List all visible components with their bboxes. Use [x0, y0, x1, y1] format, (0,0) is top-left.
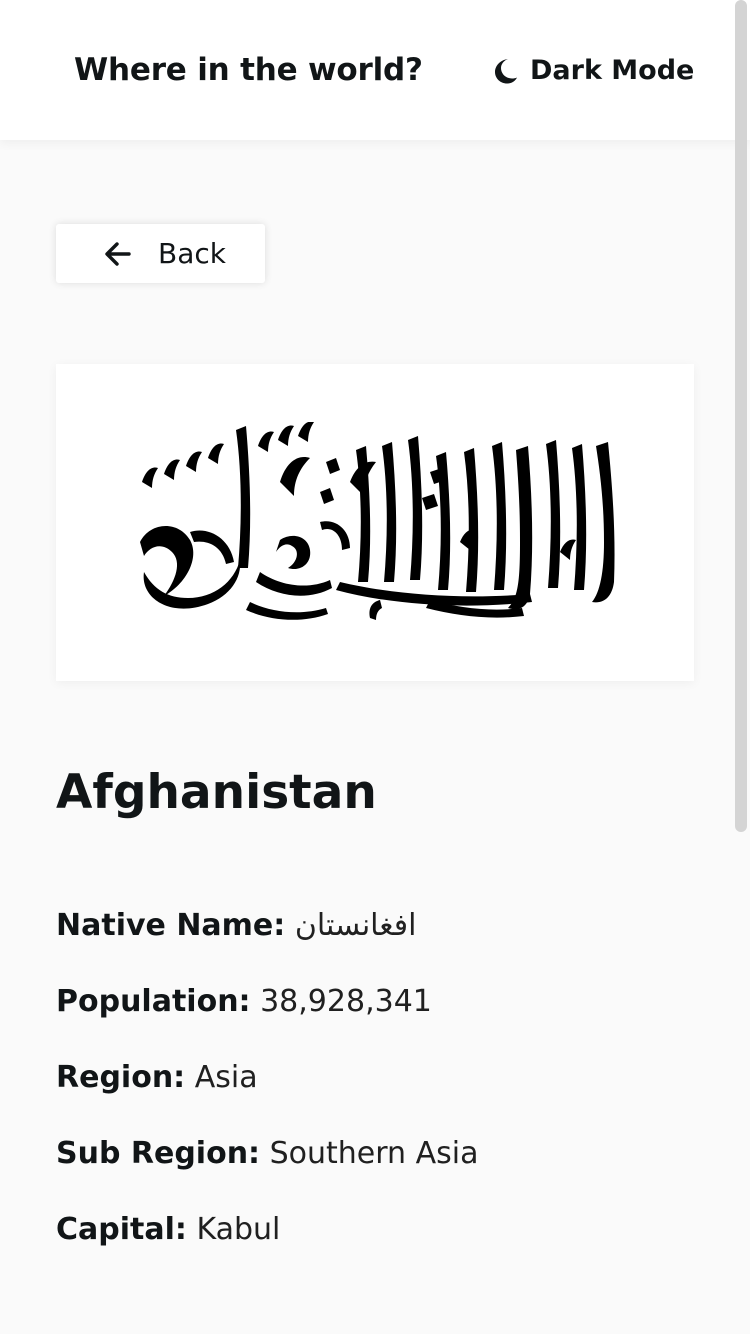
detail-native-name: Native Name: افغانستان: [56, 906, 416, 946]
flag-image: [56, 364, 694, 681]
back-button[interactable]: Back: [56, 224, 265, 283]
afghanistan-flag: [140, 422, 615, 620]
detail-population: Population: 38,928,341: [56, 982, 432, 1022]
dark-mode-label: Dark Mode: [530, 55, 695, 86]
detail-label: Sub Region:: [56, 1136, 261, 1171]
detail-value: افغانستان: [294, 908, 417, 943]
detail-value: 38,928,341: [260, 984, 432, 1019]
detail-value: Kabul: [196, 1212, 281, 1247]
detail-value: Asia: [194, 1060, 258, 1095]
site-title: Where in the world?: [74, 52, 423, 88]
country-name: Afghanistan: [56, 765, 377, 820]
header: Where in the world? Dark Mode: [0, 0, 750, 140]
moon-icon: [495, 59, 517, 84]
detail-label: Capital:: [56, 1212, 187, 1247]
detail-label: Region:: [56, 1060, 186, 1095]
back-label: Back: [158, 237, 226, 270]
scrollbar[interactable]: [735, 0, 747, 832]
detail-region: Region: Asia: [56, 1058, 258, 1098]
detail-sub-region: Sub Region: Southern Asia: [56, 1134, 478, 1174]
detail-label: Population:: [56, 984, 251, 1019]
detail-label: Native Name:: [56, 908, 286, 943]
detail-value: Southern Asia: [269, 1136, 479, 1171]
arrow-left-icon: [105, 242, 131, 266]
detail-capital: Capital: Kabul: [56, 1210, 280, 1250]
dark-mode-toggle[interactable]: Dark Mode: [494, 52, 694, 90]
